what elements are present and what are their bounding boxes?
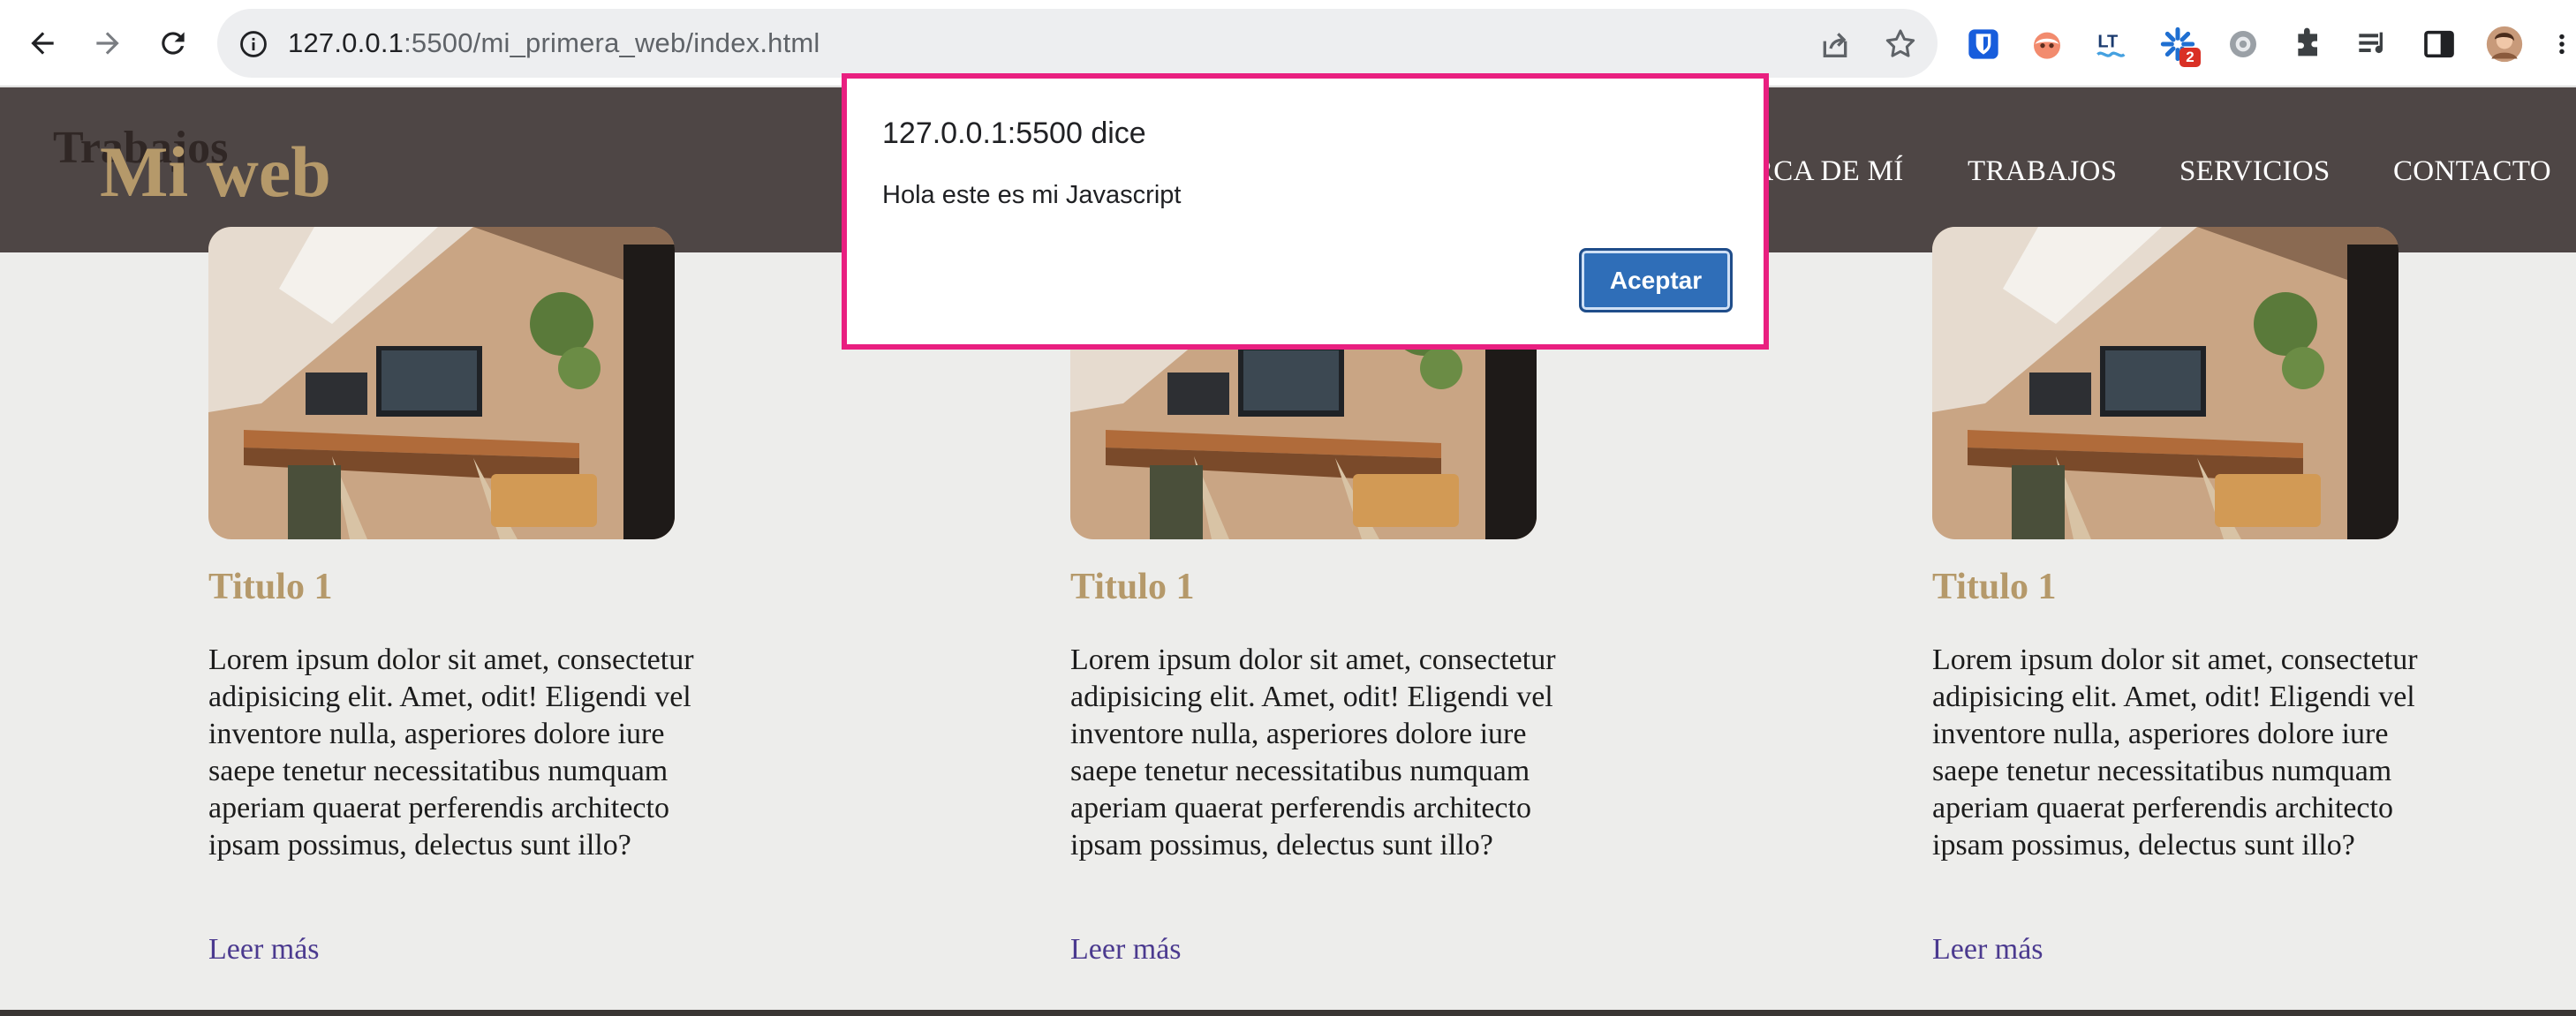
url-text[interactable]: 127.0.0.1:5500/mi_primera_web/index.html	[288, 23, 820, 64]
extension-badge-count: 2	[2179, 48, 2201, 67]
gear-extension-icon[interactable]	[2224, 25, 2262, 64]
footer-border	[0, 1010, 2576, 1016]
site-info-icon[interactable]	[238, 29, 268, 59]
alert-title: 127.0.0.1:5500 dice	[882, 117, 1146, 150]
card-title: Titulo 1	[208, 567, 333, 607]
side-panel-icon[interactable]	[2420, 25, 2459, 64]
bookmark-star-icon[interactable]	[1883, 26, 1918, 62]
colorful-extension-icon[interactable]: 2	[2158, 25, 2201, 67]
more-menu-icon[interactable]	[2549, 25, 2575, 64]
work-card: Titulo 1 Lorem ipsum dolor sit amet, con…	[208, 227, 703, 966]
forward-arrow-icon	[96, 32, 119, 55]
back-arrow-icon	[31, 32, 54, 55]
privacy-badger-icon[interactable]	[2028, 25, 2066, 64]
languagetool-icon[interactable]: LT	[2093, 25, 2132, 64]
back-button[interactable]	[21, 22, 64, 64]
share-icon[interactable]	[1817, 26, 1853, 62]
card-image	[208, 227, 675, 539]
card-image	[1932, 227, 2398, 539]
reading-list-icon[interactable]	[2354, 25, 2393, 64]
reload-icon	[162, 32, 185, 55]
reload-button[interactable]	[152, 22, 194, 64]
url-host: 127.0.0.1	[288, 27, 404, 58]
accept-button[interactable]: Aceptar	[1579, 248, 1733, 312]
read-more-link[interactable]: Leer más	[1932, 931, 2043, 968]
work-card: Titulo 1 Lorem ipsum dolor sit amet, con…	[1932, 227, 2427, 966]
card-title: Titulo 1	[1070, 567, 1195, 607]
nav-link-servicios[interactable]: SERVICIOS	[2179, 154, 2330, 189]
url-path: :5500/mi_primera_web/index.html	[404, 27, 820, 58]
forward-button[interactable]	[87, 22, 129, 64]
card-title: Titulo 1	[1932, 567, 2057, 607]
puzzle-extensions-icon[interactable]	[2289, 25, 2328, 64]
card-text: Lorem ipsum dolor sit amet, consectetur …	[1070, 643, 1556, 862]
card-text: Lorem ipsum dolor sit amet, consectetur …	[208, 643, 694, 862]
card-text: Lorem ipsum dolor sit amet, consectetur …	[1932, 643, 2418, 862]
svg-text:LT: LT	[2097, 32, 2118, 51]
nav-link-contacto[interactable]: CONTACTO	[2393, 154, 2551, 189]
bitwarden-icon[interactable]	[1964, 25, 2003, 64]
alert-message: Hola este es mi Javascript	[882, 181, 1182, 209]
site-logo[interactable]: Mi web	[100, 132, 331, 212]
nav-link-trabajos[interactable]: TRABAJOS	[1968, 154, 2117, 189]
profile-avatar[interactable]	[2485, 25, 2524, 64]
read-more-link[interactable]: Leer más	[1070, 931, 1182, 968]
nav-link-acerca[interactable]: RCA DE MÍ	[1754, 154, 1904, 189]
read-more-link[interactable]: Leer más	[208, 931, 320, 968]
